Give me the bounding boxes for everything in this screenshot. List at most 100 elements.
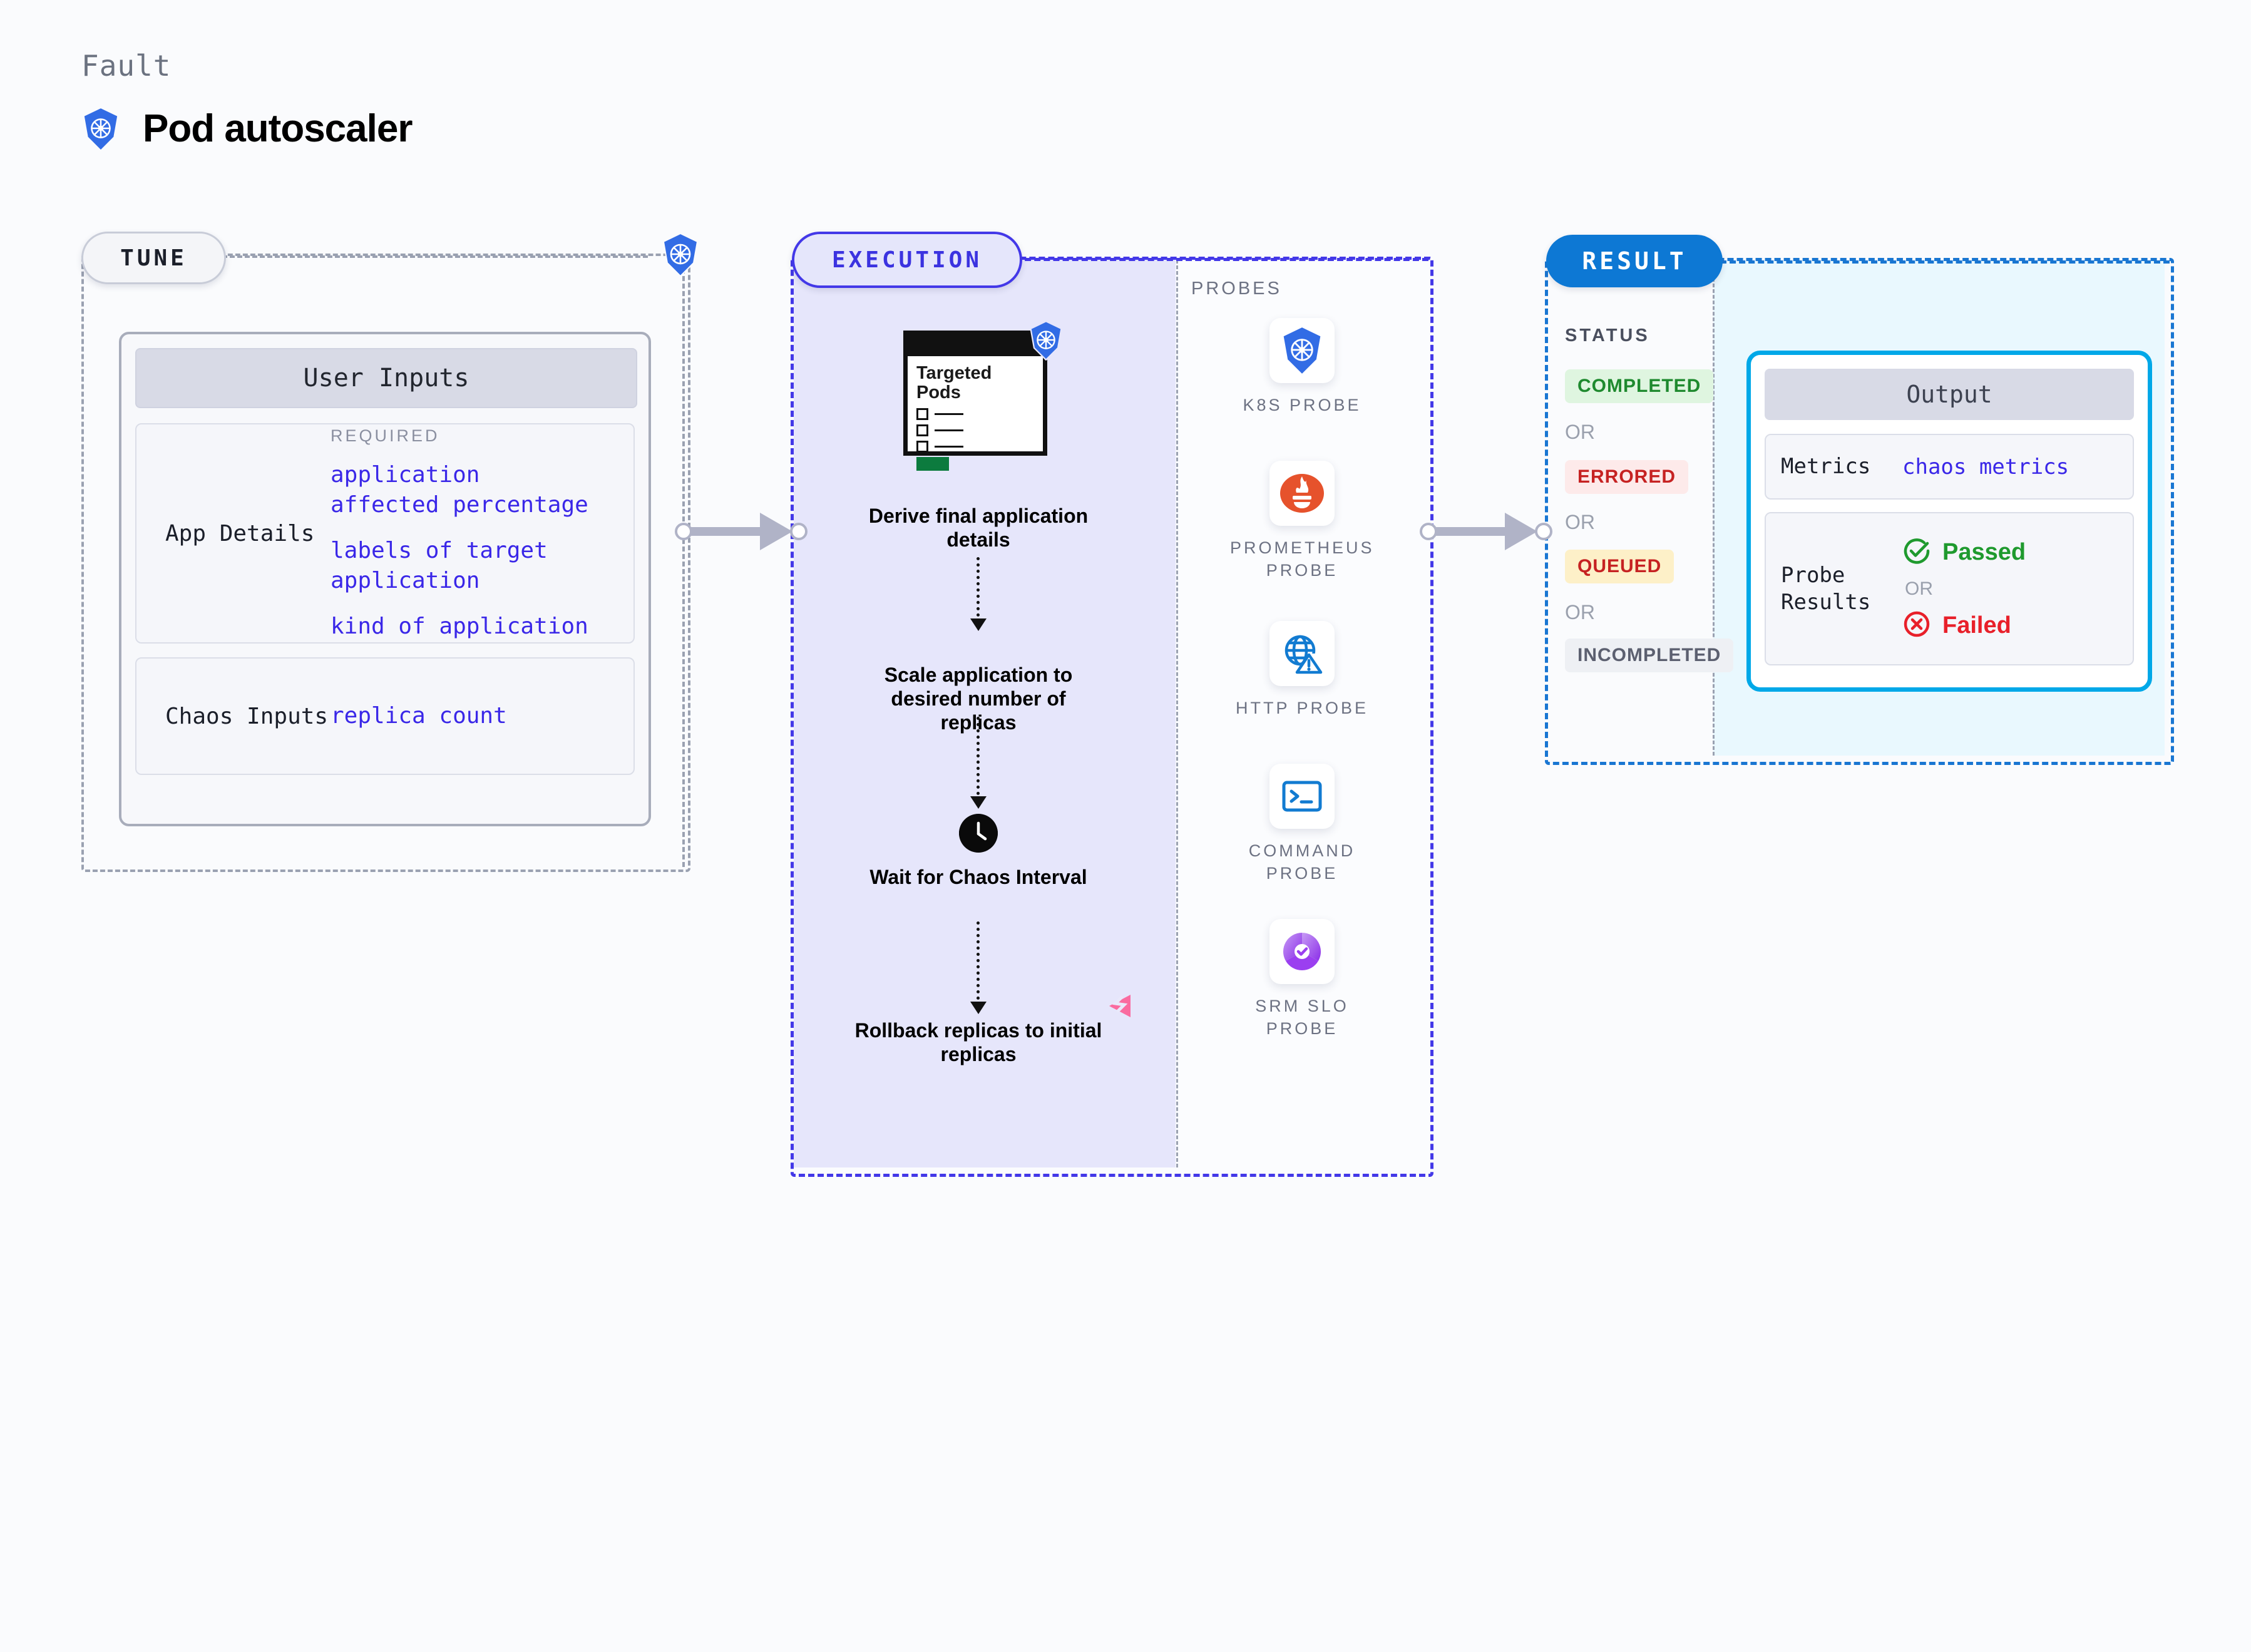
probe-command-label: COMMAND PROBE: [1248, 841, 1356, 883]
result-status-label: STATUS: [1565, 326, 1650, 346]
x-circle-icon: [1902, 610, 1931, 642]
terminal-icon: [1269, 764, 1335, 829]
tune-right-divider: [682, 254, 685, 867]
checkbox-icon: [916, 424, 928, 437]
probe-prometheus[interactable]: PROMETHEUS PROBE: [1230, 461, 1374, 582]
targeted-pod-item: [916, 408, 1034, 421]
probe-result-passed-label: Passed: [1942, 538, 2026, 565]
probe-command[interactable]: COMMAND PROBE: [1230, 764, 1374, 885]
app-details-value: kind of application: [331, 613, 588, 640]
app-details-row: App Details REQUIRED application affecte…: [135, 423, 635, 644]
tune-kubernetes-badge-icon: [660, 232, 700, 280]
status-badge-errored: ERRORED: [1565, 460, 1689, 494]
tune-header-dashed-line: [222, 255, 648, 258]
app-details-values: REQUIRED application affected percentage…: [331, 425, 588, 641]
probe-k8s[interactable]: K8S PROBE: [1230, 318, 1374, 417]
targeted-pod-item: [916, 424, 1034, 437]
kubernetes-icon: [1269, 318, 1335, 383]
output-metrics-label: Metrics: [1781, 454, 1871, 480]
fault-title-row: Pod autoscaler: [81, 106, 413, 151]
phase-pill-tune[interactable]: TUNE: [81, 232, 226, 284]
probes-section-label: PROBES: [1191, 279, 1282, 299]
probe-k8s-label: K8S PROBE: [1243, 396, 1361, 414]
execution-step-3-label: Wait for Chaos Interval: [869, 866, 1087, 888]
required-label: REQUIRED: [331, 426, 440, 446]
execution-probes-divider: [1176, 260, 1178, 1167]
checkbox-icon: [916, 408, 928, 421]
output-card-header: Output: [1765, 369, 2134, 420]
prometheus-icon: [1269, 461, 1335, 526]
app-details-group-3: kind of application: [331, 612, 588, 642]
status-or-3: OR: [1565, 601, 1595, 623]
output-card-title: Output: [1906, 381, 1992, 408]
phase-pill-tune-label: TUNE: [120, 245, 187, 271]
probe-http[interactable]: HTTP PROBE: [1230, 621, 1374, 720]
app-details-value: application: [331, 462, 480, 488]
connector-execution-to-result: [1417, 509, 1555, 553]
flow-arrowhead-1: [970, 618, 987, 631]
chaos-inputs-values: replica count: [331, 701, 507, 731]
app-details-value: labels of target: [331, 538, 548, 564]
status-badge-completed-label: COMPLETED: [1577, 376, 1701, 396]
chaos-inputs-row: Chaos Inputs replica count: [135, 657, 635, 775]
diagram-canvas: Fault Pod autoscaler TUNE EXECUTION RESU…: [0, 0, 2251, 1652]
status-badge-completed: COMPLETED: [1565, 369, 1714, 403]
phase-pill-execution-label: EXECUTION: [831, 247, 983, 273]
app-details-value: application: [331, 567, 480, 593]
kubernetes-icon: [81, 108, 120, 150]
probe-http-label: HTTP PROBE: [1235, 699, 1369, 717]
targeted-pods-titlebar: [908, 335, 1043, 356]
flow-arrow-3: [977, 921, 980, 1006]
output-metrics-value: chaos metrics: [1902, 454, 2069, 480]
output-probe-results-label-text: Probe Results: [1781, 563, 1871, 615]
status-badge-errored-label: ERRORED: [1577, 466, 1676, 487]
targeted-pods-card: Targeted Pods: [903, 331, 1047, 471]
probe-result-or: OR: [1905, 578, 1933, 599]
page-title: Pod autoscaler: [143, 107, 413, 150]
app-details-label: App Details: [165, 520, 315, 546]
connector-tune-to-execution: [672, 509, 810, 553]
execution-step-1-label: Derive final application details: [868, 505, 1089, 551]
srm-slo-donut-icon: [1269, 919, 1335, 984]
flow-arrowhead-3: [970, 1002, 987, 1014]
phase-pill-result-label: RESULT: [1582, 247, 1687, 275]
output-card: Output Metrics chaos metrics Probe Resul…: [1746, 351, 2152, 692]
fault-eyebrow-label: Fault: [81, 49, 172, 83]
output-probe-results-values: Passed OR Failed: [1902, 536, 2026, 642]
tune-user-inputs-card: User Inputs App Details REQUIRED applica…: [119, 332, 651, 826]
probe-srm-slo-label: SRM SLO PROBE: [1255, 997, 1349, 1038]
chaos-inputs-label: Chaos Inputs: [165, 703, 329, 729]
app-details-value: affected percentage: [331, 491, 588, 518]
result-status-divider: [1713, 261, 1715, 756]
targeted-pods-kubernetes-icon: [1028, 320, 1064, 364]
phase-pill-execution[interactable]: EXECUTION: [792, 232, 1022, 288]
flow-arrow-1: [977, 557, 980, 623]
phase-pill-result[interactable]: RESULT: [1546, 235, 1723, 287]
probe-prometheus-label: PROMETHEUS PROBE: [1230, 538, 1375, 580]
result-header-dashed-line: [1720, 260, 2170, 264]
http-globe-warning-icon: [1269, 621, 1335, 686]
status-badge-queued: QUEUED: [1565, 550, 1674, 583]
user-inputs-header: User Inputs: [135, 348, 637, 408]
output-probe-results-label: Probe Results: [1766, 562, 1902, 615]
status-or-1: OR: [1565, 421, 1595, 443]
execution-header-dashed-line: [1015, 258, 1428, 261]
status-or-2: OR: [1565, 511, 1595, 533]
flow-arrowhead-2: [970, 796, 987, 809]
app-details-group-2: labels of target application: [331, 536, 588, 595]
chaos-inputs-value: replica count: [331, 703, 507, 729]
litmus-chaos-logo: [1103, 992, 1132, 1023]
output-metrics-row: Metrics chaos metrics: [1765, 434, 2134, 500]
targeted-pods-status-bar: [916, 457, 949, 471]
targeted-pods-title: Targeted Pods: [916, 363, 992, 403]
execution-step-4-label: Rollback replicas to initial replicas: [854, 1019, 1102, 1065]
output-probe-results-row: Probe Results Passed OR Failed: [1765, 512, 2134, 665]
checkbox-icon: [916, 441, 928, 453]
status-badge-incompleted: INCOMPLETED: [1565, 639, 1734, 672]
probe-result-failed-label: Failed: [1942, 612, 2011, 639]
targeted-pod-item: [916, 441, 1034, 453]
probe-result-passed: Passed: [1902, 536, 2026, 568]
status-badge-incompleted-label: INCOMPLETED: [1577, 645, 1721, 665]
user-inputs-title: User Inputs: [303, 364, 469, 392]
probe-srm-slo[interactable]: SRM SLO PROBE: [1230, 919, 1374, 1040]
